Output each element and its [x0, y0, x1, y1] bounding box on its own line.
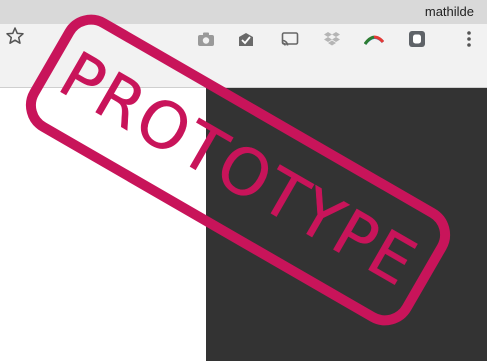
cast-icon[interactable]	[280, 29, 300, 49]
shield-square-icon[interactable]	[407, 29, 427, 49]
profile-name-button[interactable]: mathilde	[425, 4, 474, 19]
envelope-check-icon[interactable]	[236, 29, 256, 49]
kebab-menu-icon[interactable]	[459, 29, 479, 49]
camera-icon[interactable]	[196, 29, 216, 49]
bookmark-star-icon[interactable]	[5, 26, 25, 46]
dropbox-icon[interactable]	[322, 29, 342, 49]
arc-icon[interactable]	[364, 29, 384, 49]
